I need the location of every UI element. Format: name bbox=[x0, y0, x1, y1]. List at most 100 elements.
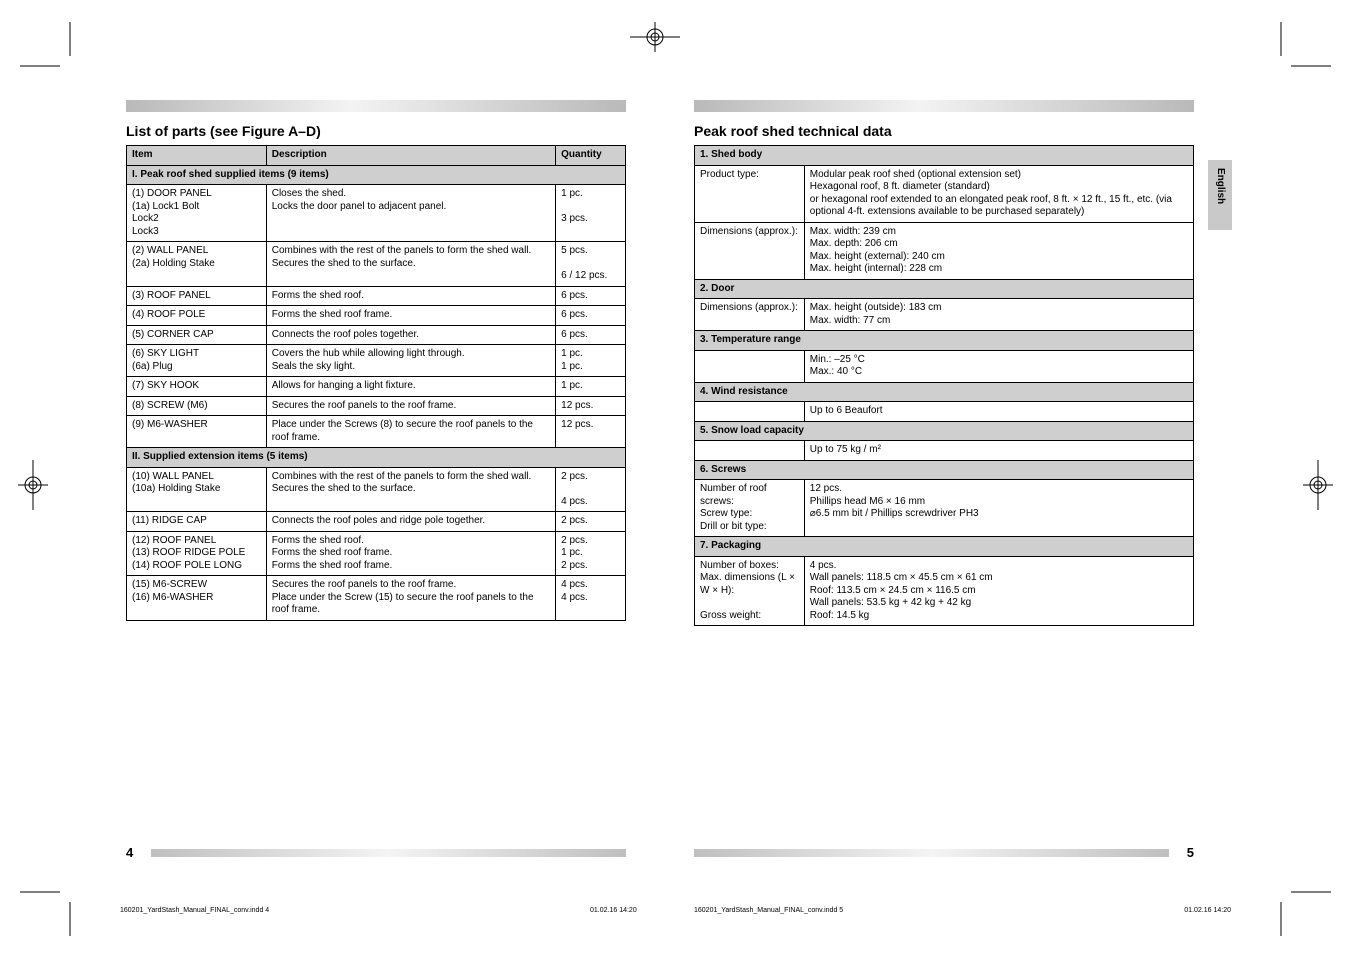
cell bbox=[695, 402, 805, 422]
cell: (15) M6-SCREW (16) M6-WASHER bbox=[127, 576, 267, 621]
print-spread: List of parts (see Figure A–D) Item Desc… bbox=[0, 0, 1351, 954]
table-row: (11) RIDGE CAPConnects the roof poles an… bbox=[127, 512, 626, 532]
cell: (2) WALL PANEL (2a) Holding Stake bbox=[127, 242, 267, 287]
cell: Connects the roof poles together. bbox=[266, 325, 555, 345]
cell: (1) DOOR PANEL (1a) Lock1 Bolt Lock2 Loc… bbox=[127, 185, 267, 242]
cell: 1 pc. 3 pcs. bbox=[556, 185, 626, 242]
cell: Number of boxes: Max. dimensions (L × W … bbox=[695, 556, 805, 626]
cell: 2 pcs. 1 pc. 2 pcs. bbox=[556, 531, 626, 576]
cell: Modular peak roof shed (optional extensi… bbox=[804, 165, 1193, 222]
table-row: Number of boxes: Max. dimensions (L × W … bbox=[695, 556, 1194, 626]
table-row: (6) SKY LIGHT (6a) PlugCovers the hub wh… bbox=[127, 345, 626, 377]
cell: Covers the hub while allowing light thro… bbox=[266, 345, 555, 377]
registration-mark-icon bbox=[18, 460, 48, 510]
cell: Number of roof screws: Screw type: Drill… bbox=[695, 480, 805, 537]
cell: 4 pcs. Wall panels: 118.5 cm × 45.5 cm ×… bbox=[804, 556, 1193, 626]
cell: Min.: –25 °C Max.: 40 °C bbox=[804, 350, 1193, 382]
section-title: List of parts (see Figure A–D) bbox=[126, 123, 626, 139]
cell-text: 1 pc. bbox=[561, 188, 583, 199]
cell: Connects the roof poles and ridge pole t… bbox=[266, 512, 555, 532]
table-row: (15) M6-SCREW (16) M6-WASHERSecures the … bbox=[127, 576, 626, 621]
cell: Dimensions (approx.): bbox=[695, 299, 805, 331]
sub-header: II. Supplied extension items (5 items) bbox=[127, 448, 626, 468]
cell: Forms the shed roof. Forms the shed roof… bbox=[266, 531, 555, 576]
cell: 12 pcs. bbox=[556, 396, 626, 416]
crop-mark-icon bbox=[1271, 876, 1331, 936]
cell: (12) ROOF PANEL (13) ROOF RIDGE POLE (14… bbox=[127, 531, 267, 576]
cell-text: Closes the shed. Locks the door panel to… bbox=[272, 188, 447, 212]
sub-header: 2. Door bbox=[695, 279, 1194, 299]
cell: Up to 6 Beaufort bbox=[804, 402, 1193, 422]
cell: (8) SCREW (M6) bbox=[127, 396, 267, 416]
tech-data-table: 1. Shed body Product type:Modular peak r… bbox=[694, 145, 1194, 626]
cell: Forms the shed roof frame. bbox=[266, 306, 555, 326]
cell: (3) ROOF PANEL bbox=[127, 286, 267, 306]
cell: (9) M6-WASHER bbox=[127, 416, 267, 448]
cell: 1 pc. 1 pc. bbox=[556, 345, 626, 377]
sub-header: 5. Snow load capacity bbox=[695, 421, 1194, 441]
cell: 5 pcs. 6 / 12 pcs. bbox=[556, 242, 626, 287]
cell: 6 pcs. bbox=[556, 286, 626, 306]
cell: Forms the shed roof. bbox=[266, 286, 555, 306]
slug-time: 01.02.16 14:20 bbox=[590, 907, 637, 914]
section-title: Peak roof shed technical data bbox=[694, 123, 1194, 139]
cell: Closes the shed. Locks the door panel to… bbox=[266, 185, 555, 242]
table-row: (3) ROOF PANELForms the shed roof.6 pcs. bbox=[127, 286, 626, 306]
cell: (6) SKY LIGHT (6a) Plug bbox=[127, 345, 267, 377]
cell-text: (1) DOOR PANEL (1a) Lock1 Bolt Lock2 Loc… bbox=[132, 188, 212, 237]
registration-mark-icon bbox=[630, 22, 680, 52]
page-footer: 4 bbox=[126, 845, 626, 860]
slug-filename: 160201_YardStash_Manual_FINAL_conv.indd … bbox=[120, 907, 269, 914]
sub-header: 3. Temperature range bbox=[695, 331, 1194, 351]
cell: (5) CORNER CAP bbox=[127, 325, 267, 345]
table-row: Number of roof screws: Screw type: Drill… bbox=[695, 480, 1194, 537]
sub-header: 6. Screws bbox=[695, 460, 1194, 480]
cell: 4 pcs. 4 pcs. bbox=[556, 576, 626, 621]
cell bbox=[695, 350, 805, 382]
cell: (7) SKY HOOK bbox=[127, 377, 267, 397]
cell: Secures the roof panels to the roof fram… bbox=[266, 576, 555, 621]
cell: 1 pc. bbox=[556, 377, 626, 397]
slug-time: 01.02.16 14:20 bbox=[1184, 907, 1231, 914]
table-row: (9) M6-WASHERPlace under the Screws (8) … bbox=[127, 416, 626, 448]
cell: Max. height (outside): 183 cm Max. width… bbox=[804, 299, 1193, 331]
table-row: Product type:Modular peak roof shed (opt… bbox=[695, 165, 1194, 222]
table-row: (2) WALL PANEL (2a) Holding Stake Combin… bbox=[127, 242, 626, 287]
cell: (11) RIDGE CAP bbox=[127, 512, 267, 532]
col-header: Description bbox=[266, 146, 555, 166]
footer-bar bbox=[151, 849, 626, 857]
page-footer: 5 bbox=[694, 845, 1194, 860]
sub-header: 7. Packaging bbox=[695, 537, 1194, 557]
language-tab: English bbox=[1208, 160, 1232, 230]
sub-header: I. Peak roof shed supplied items (9 item… bbox=[127, 165, 626, 185]
cell: 6 pcs. bbox=[556, 306, 626, 326]
col-header: Quantity bbox=[556, 146, 626, 166]
cell bbox=[695, 441, 805, 461]
cell-text: 3 pcs. bbox=[561, 213, 588, 224]
table-row: (5) CORNER CAPConnects the roof poles to… bbox=[127, 325, 626, 345]
table-row: Dimensions (approx.):Max. width: 239 cm … bbox=[695, 222, 1194, 279]
col-header: Item bbox=[127, 146, 267, 166]
sub-header: 4. Wind resistance bbox=[695, 382, 1194, 402]
crop-mark-icon bbox=[20, 22, 80, 82]
table-row: Up to 6 Beaufort bbox=[695, 402, 1194, 422]
cell: 2 pcs. bbox=[556, 512, 626, 532]
slug-filename: 160201_YardStash_Manual_FINAL_conv.indd … bbox=[694, 907, 843, 914]
header-bar bbox=[694, 100, 1194, 112]
table-row: (12) ROOF PANEL (13) ROOF RIDGE POLE (14… bbox=[127, 531, 626, 576]
table-row: Up to 75 kg / m² bbox=[695, 441, 1194, 461]
registration-mark-icon bbox=[1303, 460, 1333, 510]
crop-mark-icon bbox=[20, 876, 80, 936]
cell: 6 pcs. bbox=[556, 325, 626, 345]
cell: (10) WALL PANEL (10a) Holding Stake bbox=[127, 467, 267, 512]
cell: Product type: bbox=[695, 165, 805, 222]
table-row: Dimensions (approx.):Max. height (outsid… bbox=[695, 299, 1194, 331]
page-left: List of parts (see Figure A–D) Item Desc… bbox=[126, 100, 626, 860]
table-row: (7) SKY HOOKAllows for hanging a light f… bbox=[127, 377, 626, 397]
page-right: English Peak roof shed technical data 1.… bbox=[694, 100, 1194, 860]
table-row: Min.: –25 °C Max.: 40 °C bbox=[695, 350, 1194, 382]
language-tab-label: English bbox=[1215, 168, 1226, 192]
page-number: 5 bbox=[1187, 845, 1194, 860]
table-row: (8) SCREW (M6)Secures the roof panels to… bbox=[127, 396, 626, 416]
cell: (4) ROOF POLE bbox=[127, 306, 267, 326]
